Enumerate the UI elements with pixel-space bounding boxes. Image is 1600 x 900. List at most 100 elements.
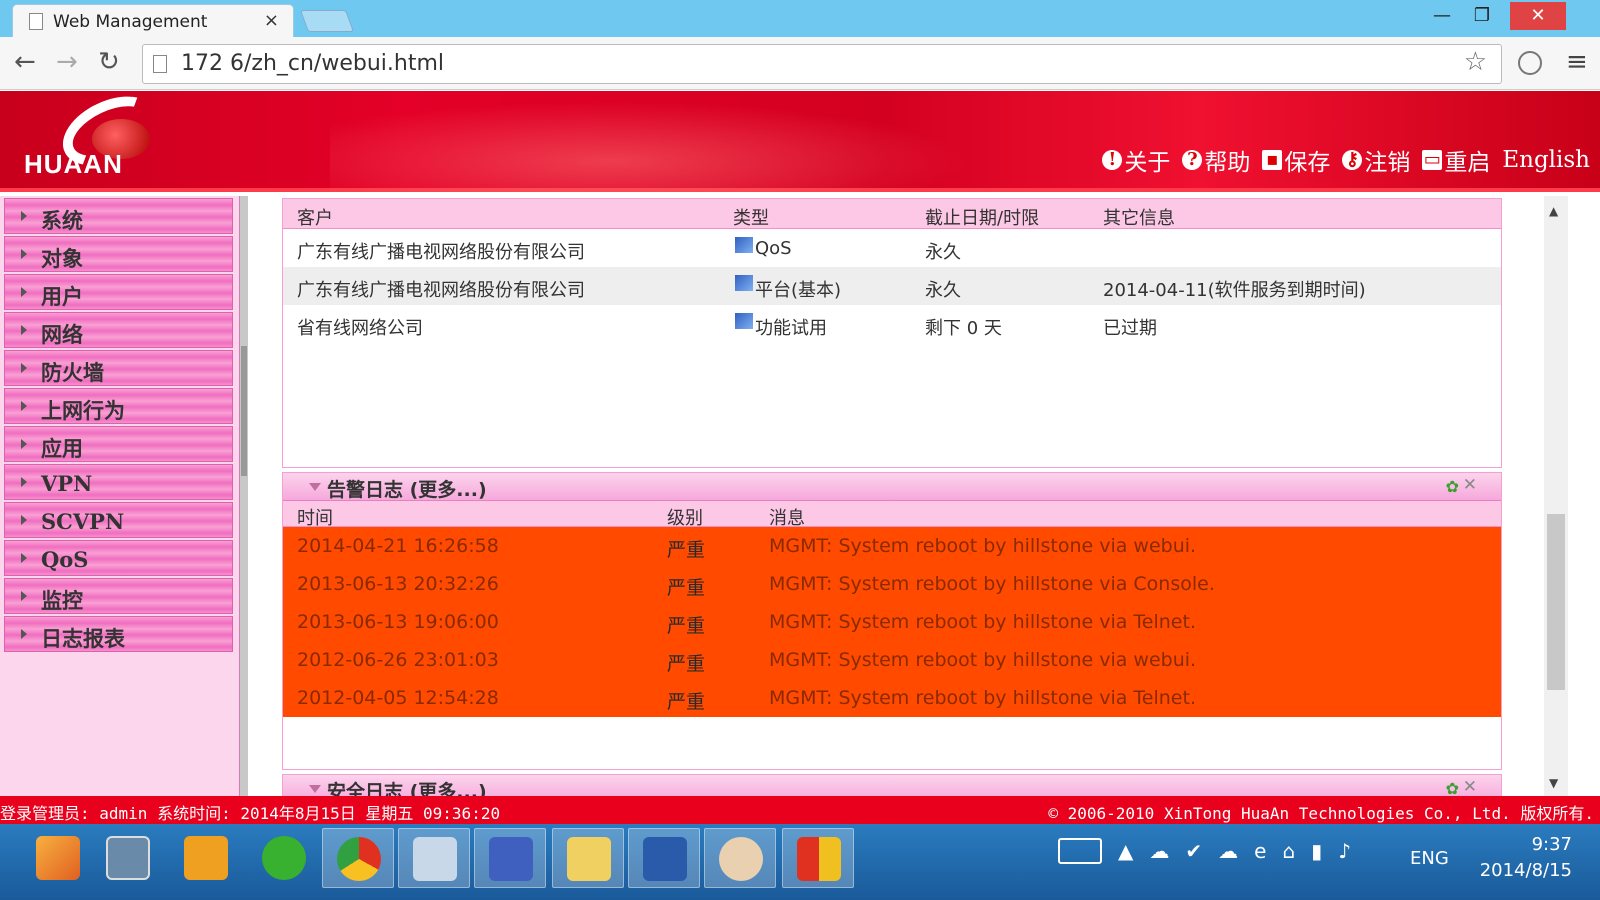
paint-icon	[719, 837, 763, 881]
taskbar-app[interactable]	[782, 828, 854, 888]
taskbar-ie[interactable]	[248, 828, 320, 888]
clock[interactable]: 9:37 2014/8/15	[1472, 832, 1572, 884]
sidebar-item[interactable]: 日志报表	[4, 616, 233, 652]
sidebar-item[interactable]: QoS	[4, 540, 233, 576]
main-scrollbar[interactable]: ▲ ▼	[1544, 196, 1568, 796]
about-label: 关于	[1124, 150, 1171, 176]
table-row[interactable]: 2013-06-13 19:06:00 严重 MGMT: System reboot…	[283, 603, 1501, 641]
refresh-icon[interactable]: ✿	[1446, 477, 1459, 496]
taskbar-paint[interactable]	[704, 828, 776, 888]
alarm-log-title[interactable]: 告警日志 (更多...)	[327, 475, 487, 502]
scrollbar-thumb[interactable]	[1547, 514, 1565, 690]
sidebar-splitter[interactable]	[240, 196, 248, 796]
close-window-button[interactable]: ✕	[1510, 2, 1566, 30]
table-row[interactable]: 2012-06-26 23:01:03 严重 MGMT: System reboot…	[283, 641, 1501, 679]
close-icon[interactable]: ✕	[1463, 475, 1477, 495]
license-type-icon	[735, 313, 753, 329]
sidebar-item[interactable]: 上网行为	[4, 388, 233, 424]
table-row[interactable]: 2014-04-21 16:26:58 严重 MGMT: System reboot…	[283, 527, 1501, 565]
message-cell: MGMT: System reboot by hillstone via Con…	[769, 573, 1215, 595]
maximize-button[interactable]: ❐	[1462, 2, 1502, 30]
save-link[interactable]: ▪ 保存	[1262, 143, 1330, 177]
collapse-icon[interactable]	[309, 483, 321, 491]
customer-cell: 省有线网络公司	[297, 318, 423, 339]
customer-cell: 广东有线广播电视网络股份有限公司	[297, 280, 585, 301]
shield-icon[interactable]: ✔	[1185, 839, 1202, 863]
sidebar-item[interactable]: 系统	[4, 198, 233, 234]
logout-label: 注销	[1364, 150, 1411, 176]
tab-close-icon[interactable]: ×	[264, 10, 279, 31]
taskbar-network[interactable]	[474, 828, 546, 888]
help-link[interactable]: ? 帮助	[1182, 143, 1250, 177]
logout-link[interactable]: ⚷ 注销	[1342, 143, 1410, 177]
license-panel: 客户 类型 截止日期/时限 其它信息 广东有线广播电视网络股份有限公司 QoS 永久…	[282, 198, 1502, 468]
login-info: 登录管理员: admin 系统时间: 2014年8月15日 星期五 09:36:…	[0, 804, 501, 823]
taskbar-monitor[interactable]	[398, 828, 470, 888]
minimize-button[interactable]: —	[1422, 2, 1462, 30]
browser-toolbar: ← → ↻ 172 6/zh_cn/webui.html ☆ ≡	[0, 37, 1600, 90]
expand-arrow-icon	[21, 553, 27, 563]
refresh-icon[interactable]: ✿	[1446, 779, 1459, 796]
sidebar-item[interactable]: SCVPN	[4, 502, 233, 538]
help-icon: ?	[1182, 150, 1203, 170]
scroll-down-icon[interactable]: ▼	[1549, 776, 1558, 790]
network-tray-icon[interactable]: ⌂	[1282, 839, 1295, 863]
clock-date: 2014/8/15	[1479, 860, 1572, 881]
tray-expand-icon[interactable]: ▲	[1118, 839, 1133, 863]
collapse-icon[interactable]	[309, 785, 321, 793]
alarm-rows: 2014-04-21 16:26:58 严重 MGMT: System reboot…	[283, 527, 1501, 717]
level-cell: 严重	[667, 539, 706, 561]
reboot-link[interactable]: ▭ 重启	[1422, 143, 1490, 177]
address-bar[interactable]: 172 6/zh_cn/webui.html ☆	[142, 44, 1502, 84]
scroll-up-icon[interactable]: ▲	[1549, 204, 1558, 218]
power-icon[interactable]: ▮	[1311, 839, 1322, 863]
alarm-table-header: 时间 级别 消息	[283, 501, 1501, 529]
forward-icon[interactable]: →	[56, 47, 78, 77]
taskbar-box[interactable]	[92, 828, 164, 888]
sidebar-item[interactable]: 用户	[4, 274, 233, 310]
sidebar-item[interactable]: 对象	[4, 236, 233, 272]
browser-tray-icon[interactable]: e	[1254, 839, 1266, 863]
taskbar-outlook[interactable]	[170, 828, 242, 888]
url-text[interactable]: 172 6/zh_cn/webui.html	[181, 51, 444, 76]
new-tab-button[interactable]	[299, 10, 355, 32]
banner-decoration	[330, 91, 1030, 192]
splitter-handle[interactable]	[241, 346, 247, 476]
close-icon[interactable]: ✕	[1463, 777, 1477, 796]
level-cell: 严重	[667, 653, 706, 675]
english-link[interactable]: English	[1502, 143, 1590, 177]
about-link[interactable]: ! 关于	[1102, 143, 1170, 177]
menu-icon[interactable]: ≡	[1566, 47, 1588, 77]
taskbar-sublime[interactable]	[22, 828, 94, 888]
cloud-icon[interactable]: ☁	[1149, 839, 1169, 863]
sidebar-item[interactable]: 监控	[4, 578, 233, 614]
sidebar-item[interactable]: 防火墙	[4, 350, 233, 386]
keyboard-icon[interactable]	[1058, 838, 1102, 864]
reload-icon[interactable]: ↻	[98, 47, 120, 77]
browser-tab[interactable]: Web Management ×	[12, 4, 294, 37]
sidebar-item[interactable]: VPN	[4, 464, 233, 500]
taskbar-chrome[interactable]	[322, 828, 394, 888]
table-row[interactable]: 2012-04-05 12:54:28 严重 MGMT: System reboot…	[283, 679, 1501, 717]
time-cell: 2012-04-05 12:54:28	[297, 687, 499, 709]
page-icon	[153, 55, 167, 73]
time-cell: 2014-04-21 16:26:58	[297, 535, 499, 557]
taskbar-explorer[interactable]	[552, 828, 624, 888]
bookmark-star-icon[interactable]: ☆	[1464, 47, 1487, 77]
time-cell: 2013-06-13 19:06:00	[297, 611, 499, 633]
sync-icon[interactable]: ☁	[1218, 839, 1238, 863]
sidebar-item[interactable]: 应用	[4, 426, 233, 462]
taskbar-word[interactable]	[628, 828, 700, 888]
volume-icon[interactable]: ♪	[1338, 839, 1351, 863]
extension-icon[interactable]	[1518, 51, 1542, 75]
expand-arrow-icon	[21, 287, 27, 297]
level-cell: 严重	[667, 577, 706, 599]
license-type-icon	[735, 275, 753, 291]
language-indicator[interactable]: ENG	[1410, 848, 1449, 869]
table-row[interactable]: 2013-06-13 20:32:26 严重 MGMT: System reboot…	[283, 565, 1501, 603]
security-log-title[interactable]: 安全日志 (更多...)	[327, 777, 487, 796]
alarm-log-titlebar: 告警日志 (更多...) ✿ ✕	[283, 473, 1501, 501]
back-icon[interactable]: ←	[14, 47, 36, 77]
sidebar-item[interactable]: 网络	[4, 312, 233, 348]
license-table-header: 客户 类型 截止日期/时限 其它信息	[283, 199, 1501, 229]
